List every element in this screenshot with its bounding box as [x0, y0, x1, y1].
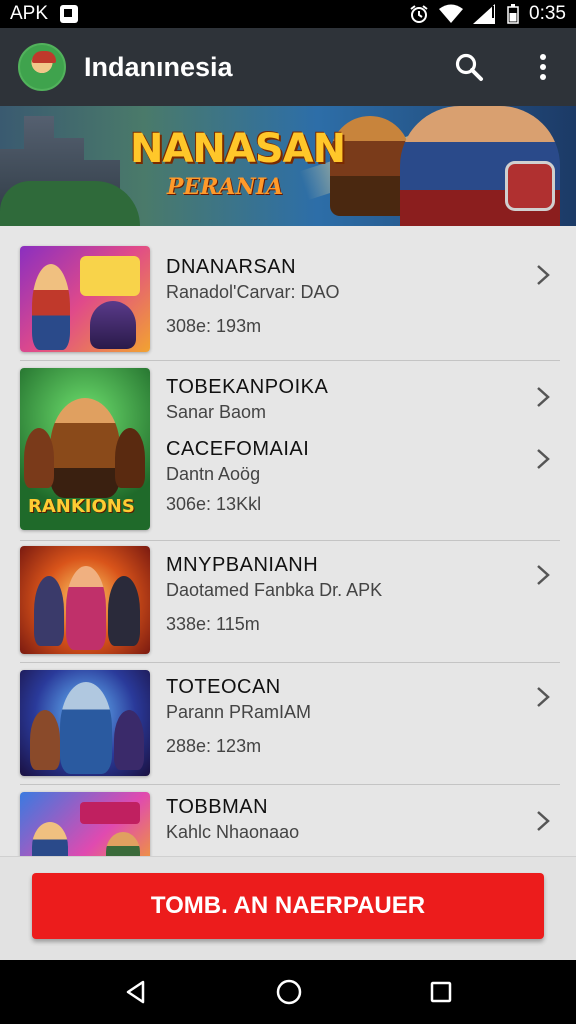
game-meta: 338e: 115m [166, 614, 260, 634]
game-title: TOTEOCAN [166, 676, 281, 698]
search-icon [455, 53, 483, 81]
banner-title: NANASAN [130, 126, 346, 172]
divider [20, 360, 560, 361]
status-app-label: APK [10, 3, 49, 24]
game-subtitle: Daotamed Fanbka Dr. APK [166, 580, 383, 600]
game-title: TOBBMAN [166, 796, 269, 818]
game-thumbnail [20, 546, 150, 654]
game-thumbnail [20, 792, 150, 856]
thumbnail-label: RANKIONS [28, 496, 135, 517]
chevron-right-icon [537, 387, 550, 407]
game-meta: 306e: 13Kkl [166, 494, 262, 514]
game-thumbnail [20, 246, 150, 352]
game-subtitle: Sanar Baom [166, 402, 267, 422]
game-title: DNANARSAN [166, 256, 297, 278]
divider [20, 784, 560, 785]
game-thumbnail: RANKIONS [20, 368, 150, 530]
game-subtitle: Dantn Aoög [166, 464, 261, 484]
banner-trees-art [0, 181, 140, 226]
alarm-icon [410, 5, 428, 23]
battery-icon [507, 4, 519, 24]
recents-icon[interactable] [429, 980, 453, 1004]
banner-gauntlet-art [505, 161, 555, 211]
game-thumbnail [20, 670, 150, 776]
primary-action-button[interactable]: TOMB. AN NAERPAUER [32, 873, 544, 939]
home-icon[interactable] [275, 978, 303, 1006]
game-subtitle: Parann PRamIAM [166, 702, 312, 722]
system-nav-bar [0, 960, 576, 1024]
divider [20, 540, 560, 541]
game-subtitle: Kahlc Nhaonaao [166, 822, 300, 842]
more-vert-icon [540, 54, 546, 80]
chevron-right-icon [537, 687, 550, 707]
banner-subtitle: PERANIA [166, 174, 284, 200]
chevron-right-icon [537, 449, 550, 469]
app-title: Indanınesia [84, 51, 233, 82]
status-bar: APK 0:35 [0, 0, 576, 28]
game-meta: 308e: 193m [166, 316, 262, 336]
bottom-action-area: TOMB. AN NAERPAUER [0, 856, 576, 960]
status-time: 0:35 [529, 3, 566, 24]
promo-banner[interactable]: NANASAN PERANIA [0, 106, 576, 226]
back-icon[interactable] [123, 979, 149, 1005]
game-subtitle: Ranadol'Carvar: DAO [166, 282, 340, 302]
game-title: TOBEKANPOIKA [166, 376, 329, 398]
more-options-button[interactable] [528, 52, 558, 82]
game-title: CACEFOMAIAI [166, 438, 310, 460]
signal-icon [473, 4, 496, 24]
game-list: DNANARSAN Ranadol'Carvar: DAO 308e: 193m… [0, 226, 576, 856]
chevron-right-icon [537, 265, 550, 285]
divider [20, 662, 560, 663]
app-bar: Indanınesia [0, 28, 576, 106]
game-meta: 288e: 123m [166, 736, 262, 756]
game-logo[interactable] [18, 43, 66, 91]
chevron-right-icon [537, 811, 550, 831]
wifi-icon [439, 4, 464, 23]
chevron-right-icon [537, 565, 550, 585]
notification-icon [60, 5, 79, 23]
search-button[interactable] [454, 52, 484, 82]
game-title: MNYPBANIANH [166, 554, 319, 576]
